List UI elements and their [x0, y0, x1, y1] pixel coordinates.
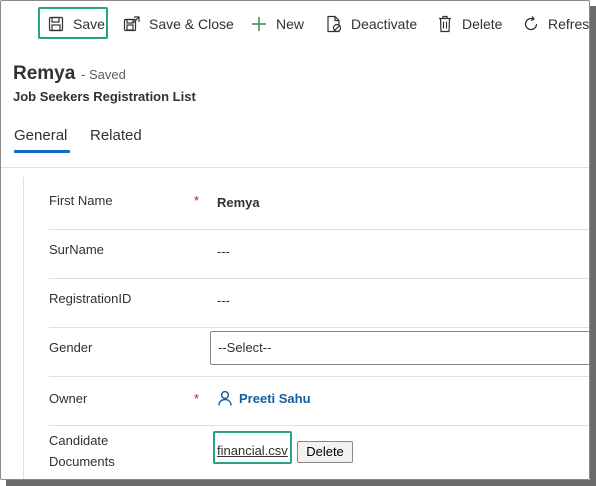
tab-general[interactable]: General — [14, 127, 67, 144]
delete-icon — [436, 15, 454, 33]
record-title: Remya — [13, 63, 76, 84]
document-file-link[interactable]: financial.csv — [217, 443, 288, 458]
save-icon — [47, 15, 65, 33]
person-icon — [217, 390, 233, 406]
save-close-icon — [123, 15, 141, 33]
save-and-close-label: Save & Close — [149, 16, 234, 32]
new-button[interactable]: New — [250, 9, 304, 39]
registration-id-field[interactable]: --- — [217, 293, 230, 308]
deactivate-icon — [325, 15, 343, 33]
first-name-label: First Name — [49, 193, 113, 208]
candidate-documents-label-line2: Documents — [49, 454, 115, 469]
active-tab-indicator — [14, 150, 70, 153]
gender-select[interactable]: --Select-- — [210, 331, 589, 365]
row-divider — [49, 327, 589, 328]
owner-label: Owner — [49, 391, 88, 406]
first-name-field[interactable]: Remya — [217, 195, 260, 210]
refresh-button[interactable]: Refresh — [522, 9, 590, 39]
save-and-close-button[interactable]: Save & Close — [123, 9, 234, 39]
add-icon — [250, 15, 268, 33]
row-divider — [49, 376, 589, 377]
command-bar: Save Save & Close New Deactivate Delete — [1, 1, 590, 45]
window-shadow-right — [590, 6, 596, 486]
tab-related[interactable]: Related — [90, 127, 142, 144]
refresh-label: Refresh — [548, 16, 590, 32]
row-divider — [49, 425, 589, 426]
gender-label: Gender — [49, 340, 93, 355]
deactivate-button[interactable]: Deactivate — [325, 9, 417, 39]
delete-button[interactable]: Delete — [436, 9, 502, 39]
row-divider — [49, 229, 589, 230]
surname-label: SurName — [49, 242, 104, 257]
first-name-required-mark: * — [194, 193, 200, 208]
save-label: Save — [73, 16, 105, 32]
delete-label: Delete — [462, 16, 503, 32]
candidate-documents-label-line1: Candidate — [49, 433, 109, 448]
owner-name-link[interactable]: Preeti Sahu — [239, 391, 311, 406]
owner-lookup[interactable]: Preeti Sahu — [217, 390, 311, 406]
delete-file-button[interactable]: Delete — [297, 441, 353, 463]
new-label: New — [276, 16, 305, 32]
entity-name: Job Seekers Registration List — [13, 89, 196, 104]
save-status: - Saved — [81, 67, 126, 82]
registration-id-label: RegistrationID — [49, 291, 132, 306]
refresh-icon — [522, 15, 540, 33]
row-divider — [49, 278, 589, 279]
surname-field[interactable]: --- — [217, 244, 230, 259]
owner-required-mark: * — [194, 391, 200, 406]
record-form-window: Save Save & Close New Deactivate Delete — [0, 0, 590, 480]
window-shadow-bottom — [6, 480, 596, 486]
save-button[interactable]: Save — [47, 9, 105, 39]
deactivate-label: Deactivate — [351, 16, 418, 32]
tabs-divider — [1, 167, 589, 168]
